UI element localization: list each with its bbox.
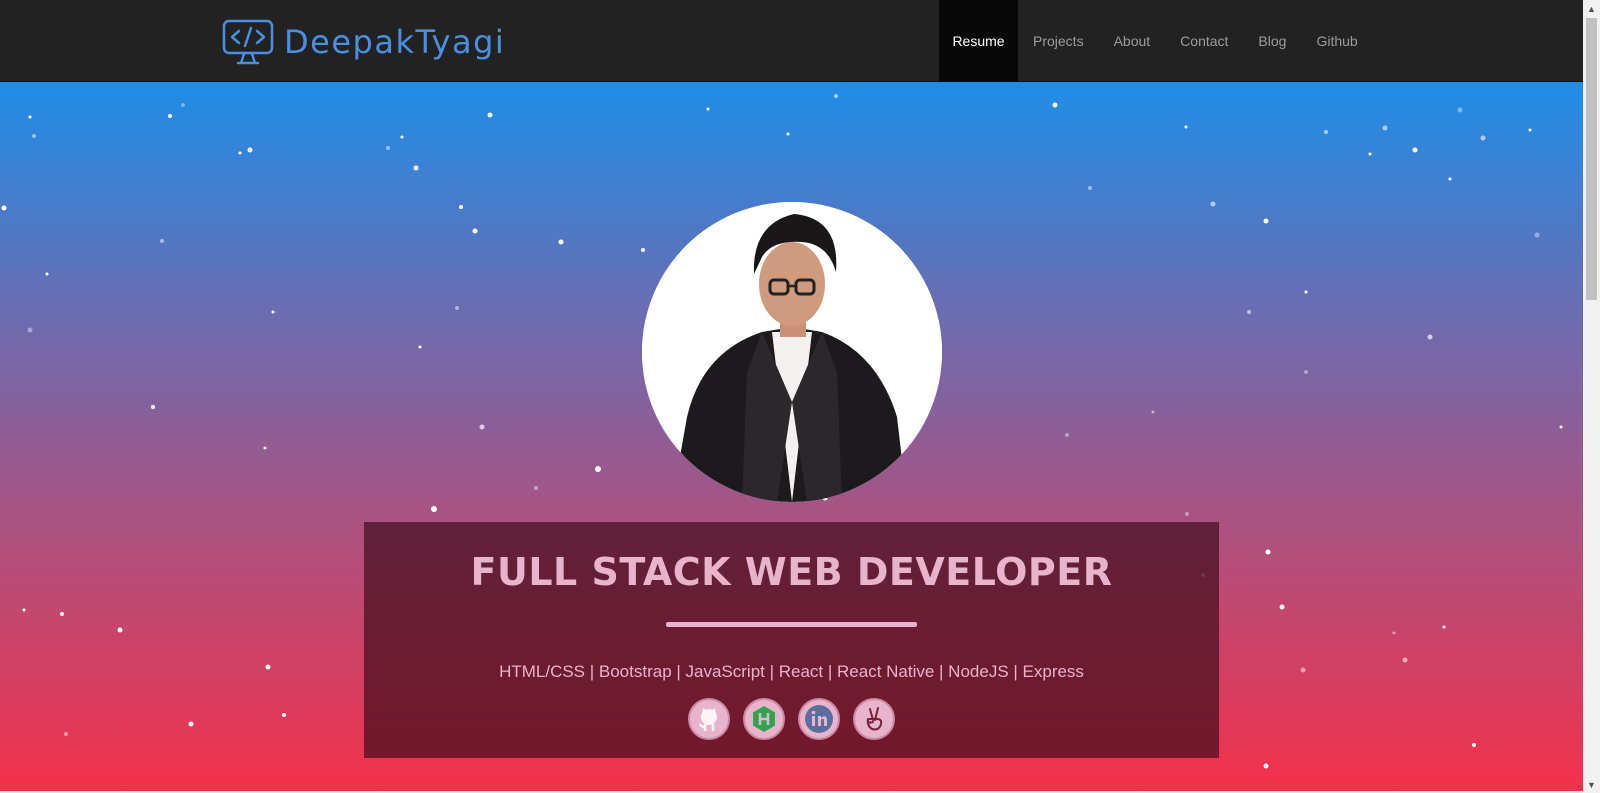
brand-logo[interactable]: DeepakTyagi: [222, 19, 506, 65]
scroll-down-arrow-icon[interactable]: ▼: [1583, 776, 1600, 793]
angellist-icon: [866, 707, 883, 731]
nav-item-blog[interactable]: Blog: [1243, 0, 1301, 82]
nav-item-contact[interactable]: Contact: [1165, 0, 1243, 82]
hero-section: FULL STACK WEB DEVELOPER HTML/CSS | Boot…: [0, 82, 1583, 791]
linkedin-icon: [805, 705, 833, 733]
navbar: DeepakTyagi Resume Projects About Contac…: [0, 0, 1583, 82]
skills-list: HTML/CSS | Bootstrap | JavaScript | Reac…: [499, 662, 1084, 681]
nav-item-projects[interactable]: Projects: [1018, 0, 1099, 82]
main-nav: Resume Projects About Contact Blog Githu…: [939, 0, 1373, 82]
profile-photo: [642, 202, 942, 502]
nav-item-about[interactable]: About: [1099, 0, 1166, 82]
angellist-link[interactable]: [853, 698, 895, 740]
nav-item-resume[interactable]: Resume: [939, 0, 1018, 82]
intro-panel: FULL STACK WEB DEVELOPER HTML/CSS | Boot…: [364, 522, 1219, 758]
brand-name: DeepakTyagi: [284, 23, 506, 61]
vertical-scrollbar[interactable]: ▲ ▼: [1583, 0, 1600, 793]
headline: FULL STACK WEB DEVELOPER: [470, 550, 1113, 594]
hackerrank-icon: [753, 706, 775, 732]
code-monitor-icon: [222, 19, 274, 65]
github-link[interactable]: [688, 698, 730, 740]
github-icon: [698, 708, 717, 731]
hackerrank-link[interactable]: [743, 698, 785, 740]
profile-portrait: [642, 202, 942, 502]
headline-divider: [666, 622, 917, 627]
social-links: [364, 698, 1219, 740]
scroll-thumb[interactable]: [1586, 18, 1597, 300]
nav-item-github[interactable]: Github: [1301, 0, 1372, 82]
linkedin-link[interactable]: [798, 698, 840, 740]
scroll-up-arrow-icon[interactable]: ▲: [1583, 0, 1600, 17]
